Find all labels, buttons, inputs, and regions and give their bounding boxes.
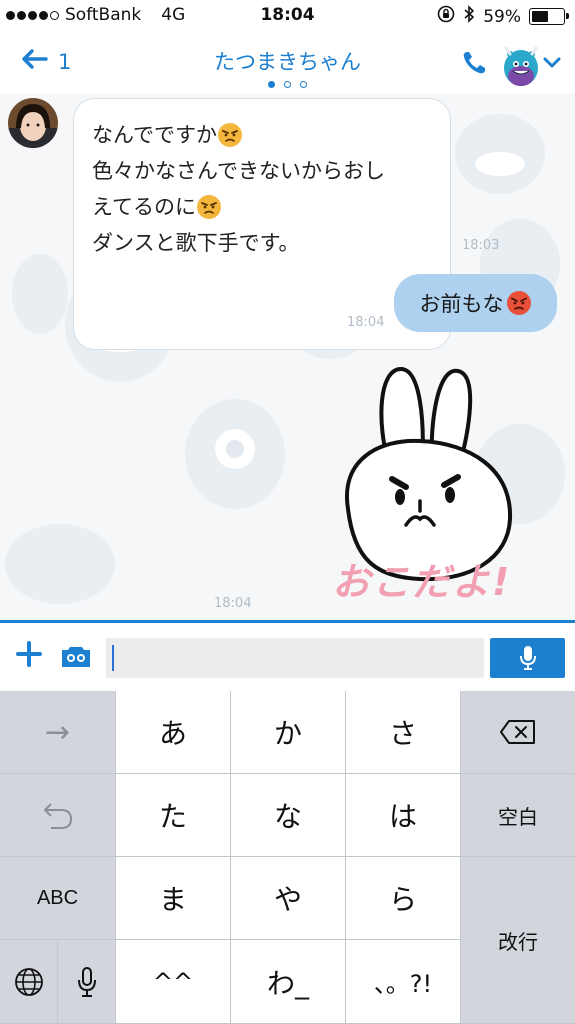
page-indicator [0, 81, 575, 88]
microphone-icon [77, 966, 96, 997]
backspace-icon [500, 720, 535, 744]
message-timestamp: 18:03 [462, 238, 500, 253]
chat-area[interactable]: なんでですか 色々かなさんできないからおし えてるのに ダンスと歌下手です。 1… [0, 94, 575, 622]
kana-key-ya[interactable]: や [231, 857, 346, 940]
monster-avatar-icon[interactable] [500, 40, 542, 92]
plus-icon[interactable] [16, 639, 42, 673]
kana-key-ra[interactable]: ら [346, 857, 461, 940]
japanese-keyboard: → ABC あ か さ た な は ま や ら ^^ わ_ 、。?! 空白 改行 [0, 691, 575, 1024]
kana-key-wa[interactable]: わ_ [231, 940, 346, 1024]
message-line: ダンスと歌下手です。 [92, 225, 434, 261]
message-text: ダンスと歌下手です。 [92, 231, 300, 255]
arrow-right-icon: → [44, 714, 71, 750]
page-dot [300, 81, 307, 88]
rabbit-sticker[interactable]: おこだよ! [320, 359, 520, 613]
message-line: なんでですか [92, 117, 434, 153]
globe-key[interactable] [0, 940, 58, 1024]
battery-percent: 59% [483, 6, 521, 27]
message-timestamp: 18:04 [214, 596, 252, 611]
kana-key-na[interactable]: な [231, 774, 346, 857]
battery-fill [532, 11, 548, 22]
page-dot [268, 81, 275, 88]
message-input[interactable] [106, 638, 484, 678]
status-bar: SoftBank 4G 18:04 59% [0, 0, 575, 32]
message-text: 色々かなさんできないからおし [92, 159, 385, 183]
kana-key-ma[interactable]: ま [116, 857, 231, 940]
phone-icon[interactable] [461, 50, 487, 80]
sticker-caption: おこだよ! [332, 560, 512, 604]
angry-face-icon [196, 195, 221, 219]
next-candidate-key[interactable]: → [0, 691, 116, 774]
kana-key-a[interactable]: あ [116, 691, 231, 774]
message-line: えてるのに [92, 189, 434, 225]
microphone-icon [519, 646, 536, 670]
outgoing-message-bubble[interactable]: お前もな [394, 274, 557, 332]
message-text: お前もな [419, 292, 504, 316]
kana-key-ha[interactable]: は [346, 774, 461, 857]
kana-key-ka[interactable]: か [231, 691, 346, 774]
undo-icon [43, 803, 72, 829]
globe-icon [14, 967, 43, 996]
message-text: えてるのに [92, 195, 196, 219]
orientation-lock-icon [437, 5, 455, 28]
abc-key[interactable]: ABC [0, 857, 116, 940]
bluetooth-icon [463, 5, 475, 28]
punctuation-key[interactable]: 、。?! [346, 940, 461, 1024]
message-timestamp: 18:04 [347, 315, 385, 330]
space-key[interactable]: 空白 [461, 774, 575, 857]
dictation-key[interactable] [58, 940, 116, 1024]
message-input-bar [0, 623, 575, 691]
contact-avatar[interactable] [8, 98, 58, 148]
kana-key-sa[interactable]: さ [346, 691, 461, 774]
undo-key[interactable] [0, 774, 116, 857]
chat-title[interactable]: たつまきちゃん [0, 46, 575, 76]
battery-icon [529, 8, 569, 25]
voice-input-button[interactable] [490, 638, 565, 678]
camera-icon[interactable] [60, 646, 92, 672]
chat-header: 1 たつまきちゃん [0, 32, 575, 94]
text-caret [112, 645, 114, 671]
return-key[interactable]: 改行 [461, 857, 575, 1024]
message-line: 色々かなさんできないからおし [92, 153, 434, 189]
page-dot [284, 81, 291, 88]
angry-face-icon [217, 123, 242, 147]
status-right: 59% [437, 5, 569, 28]
message-text: なんでですか [92, 123, 217, 147]
kana-key-ta[interactable]: た [116, 774, 231, 857]
pouting-face-icon [506, 291, 531, 315]
emoticon-key[interactable]: ^^ [116, 940, 231, 1024]
chevron-down-icon[interactable] [543, 54, 561, 73]
delete-key[interactable] [461, 691, 575, 774]
